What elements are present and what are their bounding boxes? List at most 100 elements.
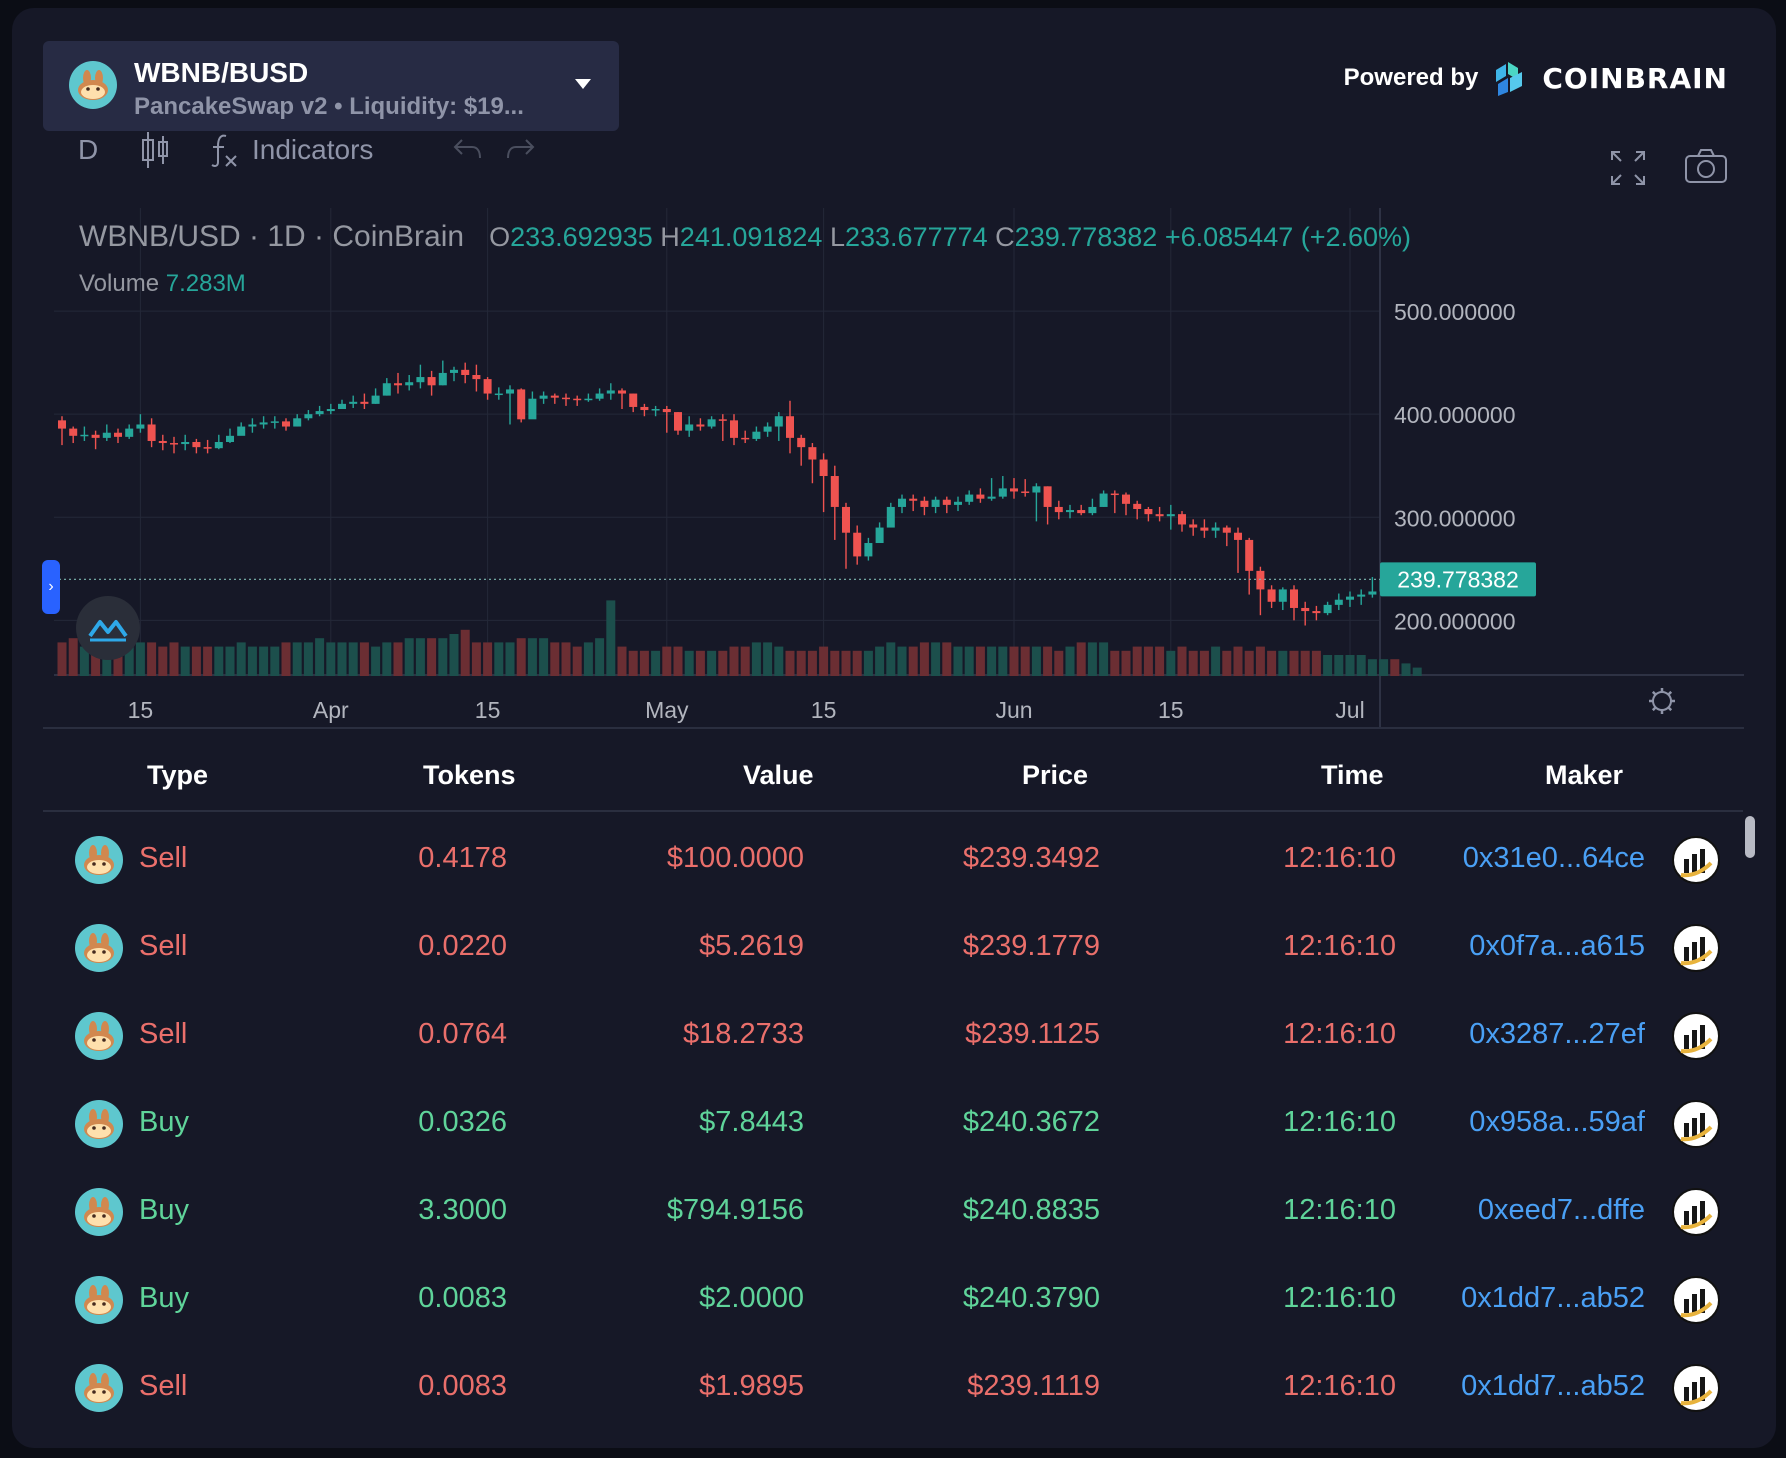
candle-body	[438, 372, 447, 386]
x-tick-label: 15	[811, 697, 837, 723]
expand-sidebar-tab[interactable]: ›	[42, 560, 60, 614]
candle-body	[1312, 611, 1321, 614]
trade-maker-link[interactable]: 0x0f7a...a615	[1469, 930, 1645, 963]
candle-body	[1110, 493, 1119, 496]
volume-bar	[841, 650, 851, 676]
trade-time: 12:16:10	[1283, 1018, 1396, 1050]
volume-bar	[259, 646, 269, 676]
maker-chart-icon[interactable]	[1671, 1187, 1721, 1237]
coinbrain-float-icon[interactable]	[76, 596, 140, 660]
trade-maker-link[interactable]: 0x1dd7...ab52	[1461, 1282, 1645, 1315]
maker-chart-icon[interactable]	[1671, 1099, 1721, 1149]
trade-maker-link[interactable]: 0x958a...59af	[1469, 1106, 1645, 1139]
pancakeswap-logo-icon	[75, 924, 123, 972]
table-row[interactable]: Buy 0.0326 $7.8443 $240.3672 12:16:10 0x…	[43, 1080, 1743, 1168]
trade-maker-link[interactable]: 0xeed7...dffe	[1478, 1194, 1645, 1227]
candle-body	[214, 442, 223, 449]
volume-bar	[404, 638, 414, 676]
volume-bar	[673, 646, 683, 676]
volume-bar	[785, 650, 795, 676]
candle-body	[1222, 527, 1231, 533]
volume-bar	[695, 650, 705, 676]
column-maker[interactable]: Maker	[1545, 760, 1623, 791]
candle-body	[1368, 591, 1377, 595]
candle-body	[1200, 527, 1209, 531]
trade-price: $240.3790	[962, 1282, 1100, 1314]
volume-bar	[337, 642, 347, 676]
candle-body	[69, 428, 78, 436]
maker-chart-icon[interactable]	[1671, 1363, 1721, 1413]
table-row[interactable]: Buy 0.0083 $2.0000 $240.3790 12:16:10 0x…	[43, 1256, 1743, 1344]
candle-body	[730, 420, 738, 438]
trade-maker-link[interactable]: 0x31e0...64ce	[1463, 842, 1645, 875]
volume-bar	[830, 650, 840, 676]
trade-maker-link[interactable]: 0x1dd7...ab52	[1461, 1370, 1645, 1403]
table-row[interactable]: Sell 0.0764 $18.2733 $239.1125 12:16:10 …	[43, 992, 1743, 1080]
table-scrollbar[interactable]	[1745, 816, 1755, 858]
trade-tokens: 0.0220	[418, 930, 507, 962]
volume-bar	[348, 642, 358, 676]
candle-body	[774, 416, 783, 427]
candle-body	[573, 398, 582, 401]
candle-body	[606, 390, 615, 394]
trade-value: $18.2733	[683, 1018, 804, 1050]
candle-body	[1066, 510, 1074, 513]
x-tick-label: 15	[475, 697, 501, 723]
candle-body	[1256, 570, 1265, 590]
candle-body	[618, 390, 626, 394]
column-price[interactable]: Price	[1022, 760, 1088, 791]
volume-bar	[270, 646, 280, 676]
legend-high-key: H	[660, 222, 680, 252]
candle-body	[920, 500, 929, 507]
candle-body	[1043, 486, 1052, 507]
table-row[interactable]: Sell 0.0083 $1.9895 $239.1119 12:16:10 0…	[43, 1344, 1743, 1432]
volume-bar	[527, 638, 537, 676]
price-chart[interactable]: 500.000000 400.000000 300.000000 200.000000…	[12, 8, 1776, 738]
candle-body	[696, 424, 705, 427]
candle-body	[1334, 599, 1343, 605]
volume-bar	[1323, 655, 1333, 676]
candle-body	[1077, 510, 1086, 514]
candle-body	[315, 411, 324, 415]
candle-body	[102, 432, 111, 438]
table-row[interactable]: Buy 3.3000 $794.9156 $240.8835 12:16:10 …	[43, 1168, 1743, 1256]
candle-body	[1301, 607, 1310, 612]
candle-body	[371, 395, 380, 404]
volume-bar	[1166, 650, 1176, 676]
candle-body	[595, 393, 604, 399]
candle-body	[1054, 506, 1063, 513]
candle-body	[1133, 503, 1142, 510]
trade-type: Sell	[139, 930, 188, 962]
volume-bar	[1087, 642, 1097, 676]
volume-bar	[1356, 655, 1366, 676]
volume-bar	[57, 642, 67, 676]
candle-body	[808, 447, 817, 460]
table-row[interactable]: Sell 0.0220 $5.2619 $239.1779 12:16:10 0…	[43, 904, 1743, 992]
volume-bar	[1300, 650, 1310, 676]
candle-body	[662, 409, 671, 413]
trade-value: $1.9895	[699, 1370, 804, 1402]
volume-bar	[807, 650, 817, 676]
column-value[interactable]: Value	[743, 760, 814, 791]
volume-bar	[707, 650, 717, 676]
settings-gear-icon[interactable]	[1649, 688, 1675, 714]
candle-body	[405, 382, 414, 386]
candle-body	[1099, 493, 1108, 507]
maker-chart-icon[interactable]	[1671, 835, 1721, 885]
column-type[interactable]: Type	[147, 760, 208, 791]
volume-bar	[147, 642, 157, 676]
maker-chart-icon[interactable]	[1671, 1275, 1721, 1325]
volume-bar	[1244, 650, 1254, 676]
maker-chart-icon[interactable]	[1671, 923, 1721, 973]
column-time[interactable]: Time	[1321, 760, 1384, 791]
volume-bar	[931, 642, 941, 676]
trade-maker-link[interactable]: 0x3287...27ef	[1469, 1018, 1645, 1051]
table-row[interactable]: Sell 0.4178 $100.0000 $239.3492 12:16:10…	[43, 816, 1743, 904]
maker-chart-icon[interactable]	[1671, 1011, 1721, 1061]
volume-bar	[718, 650, 728, 676]
trade-type: Buy	[139, 1282, 189, 1314]
column-tokens[interactable]: Tokens	[423, 760, 516, 791]
candle-body	[517, 389, 526, 420]
candle-body	[1088, 506, 1097, 514]
volume-bar	[863, 650, 873, 676]
